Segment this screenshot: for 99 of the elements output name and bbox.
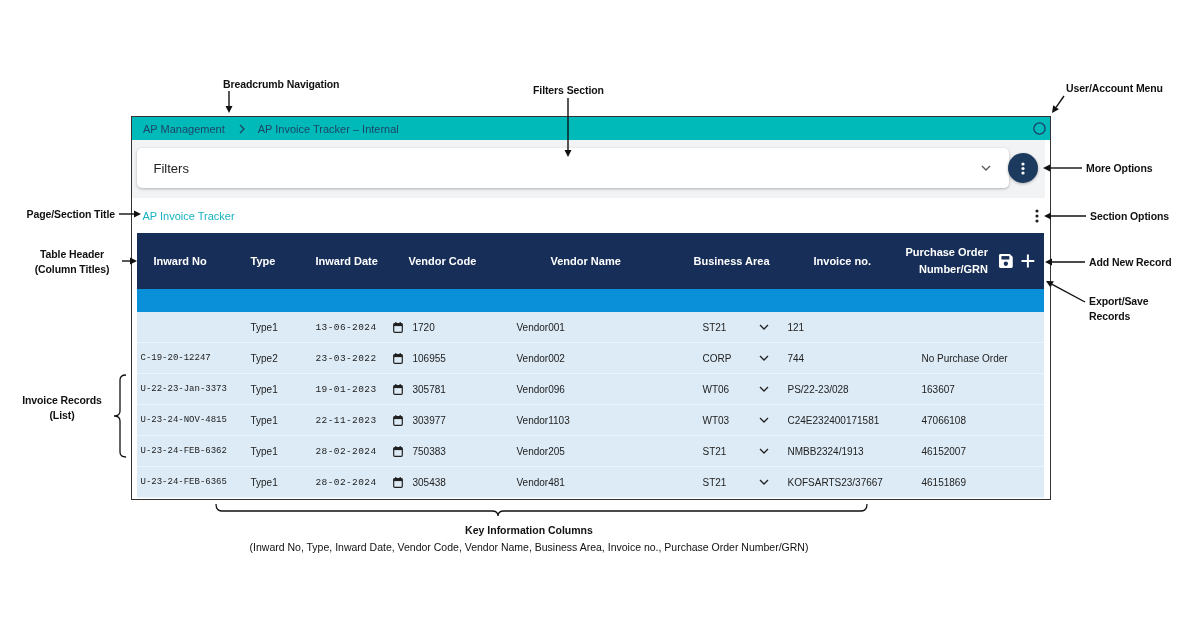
vertical-dots-icon [1021,161,1025,175]
column-header: Inward No [153,255,207,267]
calendar-icon[interactable] [392,476,403,488]
callout-arrow [1043,164,1083,172]
chevron-down-icon[interactable] [758,324,769,330]
table-cell: 47066108 [921,414,966,426]
callout-label: Invoice Records (List) [21,393,103,423]
column-header: Vendor Name [550,255,621,267]
table-cell: U-23-24-NOV-4815 [140,415,227,425]
callout-label: Breadcrumb Navigation [223,77,340,91]
more-options-button[interactable] [1008,153,1038,183]
date-field[interactable]: 23-03-2022 [315,352,403,364]
select-field[interactable]: ST21 [702,476,769,488]
callout-label: More Options [1086,161,1153,175]
column-header: Purchase Order Number/GRN [904,245,988,277]
table-cell: C-19-20-12247 [140,353,211,363]
table-cell: Type1 [250,414,278,426]
table-cell: 1720 [412,321,435,333]
callout-title: Key Information Columns [465,524,593,536]
callout-arrow [225,90,233,113]
table-cell: U-23-24-FEB-6362 [140,446,227,456]
table-cell: NMBB2324/1913 [787,445,864,457]
calendar-icon[interactable] [392,414,403,426]
table-cell: 305438 [412,476,446,488]
select-field[interactable]: ST21 [702,445,769,457]
table-cell: Type2 [250,352,278,364]
column-header: Vendor Code [408,255,477,267]
chevron-down-icon[interactable] [758,417,769,423]
table-cell: No Purchase Order [921,352,1008,364]
callout-arrow [1052,95,1065,113]
table-cell: U-22-23-Jan-3373 [140,384,227,394]
plus-icon[interactable] [1020,254,1035,268]
page-title: AP Invoice Tracker [142,209,235,222]
callout-label: Export/Save Records [1089,294,1150,324]
callout-arrow [564,97,572,157]
table-cell: Vendor205 [516,445,565,457]
table-cell: 163607 [921,383,955,395]
table-cell: Type1 [250,383,278,395]
table-cell: U-23-24-FEB-6365 [140,477,227,487]
table-cell: Type1 [250,476,278,488]
callout-label: Table Header (Column Titles) [33,247,111,277]
calendar-icon[interactable] [392,445,403,457]
date-field[interactable]: 19-01-2023 [315,383,403,395]
table-cell: 305781 [412,383,446,395]
column-header: Inward Date [315,255,378,267]
date-field[interactable]: 13-06-2024 [315,321,403,333]
table-cell: 46152007 [921,445,966,457]
table-cell: KOFSARTS23/37667 [787,476,883,488]
table-cell: 744 [787,352,805,364]
save-icon[interactable] [998,253,1014,269]
date-field[interactable]: 22-11-2023 [315,414,403,426]
select-field[interactable]: WT06 [702,383,769,395]
table-cell: Vendor002 [516,352,565,364]
chevron-down-icon[interactable] [758,479,769,485]
filters-accordion[interactable]: Filters [136,148,1009,188]
table-cell: Vendor481 [516,476,565,488]
table-cell: Type1 [250,445,278,457]
select-field[interactable]: CORP [702,352,769,364]
table-cell: PS/22-23/028 [787,383,849,395]
date-field[interactable]: 28-02-2024 [315,445,403,457]
table-cell: Vendor096 [516,383,565,395]
callout-label: Section Options [1090,209,1169,223]
date-field[interactable]: 28-02-2024 [315,476,403,488]
table-cell: Vendor001 [516,321,565,333]
vertical-dots-icon[interactable] [1035,208,1039,223]
select-field[interactable]: WT03 [702,414,769,426]
callout-arrow [121,257,137,265]
callout-caption: (Inward No, Type, Inward Date, Vendor Code, Vendor Name, Business Area, Invoice no., Purchase Order Number/GRN) [249,541,809,553]
callout-label: Add New Record [1089,255,1172,269]
callout-arrow [1046,281,1086,303]
callout-arrow [1045,258,1086,266]
table-cell: Vendor1103 [516,414,570,426]
chevron-down-icon[interactable] [981,165,991,171]
table-cell: 46151869 [921,476,966,488]
select-field[interactable]: ST21 [702,321,769,333]
callout-arrow [118,210,141,218]
callout-arrow [1044,212,1087,220]
table-cell: C24E232400171581 [787,414,880,426]
callout-label: Page/Section Title [26,207,115,221]
table-cell: Type1 [250,321,278,333]
column-header: Type [250,255,276,267]
chevron-down-icon[interactable] [758,386,769,392]
table-cell: 303977 [412,414,446,426]
calendar-icon[interactable] [392,321,403,333]
calendar-icon[interactable] [392,383,403,395]
ring-icon[interactable] [1033,122,1046,135]
callout-label: Filters Section [533,83,604,97]
chevron-right-icon [238,123,245,134]
table-cell: 106955 [412,352,446,364]
column-header: Invoice no. [813,255,871,267]
table-cell: 750383 [412,445,446,457]
callout-label: User/Account Menu [1066,81,1163,95]
breadcrumb-item: AP Invoice Tracker – Internal [257,122,399,135]
breadcrumb-item[interactable]: AP Management [143,122,225,135]
calendar-icon[interactable] [392,352,403,364]
table-cell: 121 [787,321,805,333]
chevron-down-icon[interactable] [758,355,769,361]
chevron-down-icon[interactable] [758,448,769,454]
column-header: Business Area [693,255,770,267]
